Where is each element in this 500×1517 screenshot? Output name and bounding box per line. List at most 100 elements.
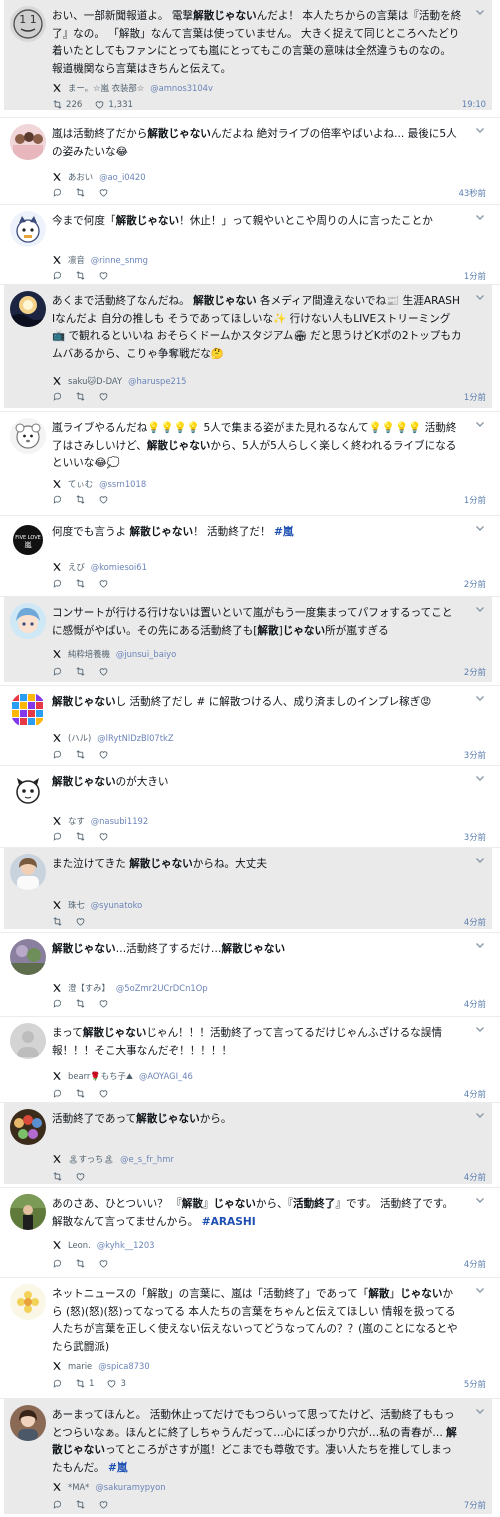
chevron-down-icon[interactable] (474, 603, 486, 615)
chevron-down-icon[interactable] (474, 1405, 486, 1417)
like-button[interactable] (98, 1258, 109, 1269)
avatar[interactable]: 1 1 (10, 6, 46, 42)
chevron-down-icon[interactable] (474, 1194, 486, 1206)
post-card[interactable]: あーまってほんと。 活動休止ってだけでもつらいって思ってたけど、活動終了ももっと… (4, 1399, 492, 1514)
post-card[interactable]: 今まで何度「解散じゃない！休止！」って親やいとこや周りの人に言ったことか 凛音 @r… (4, 205, 492, 281)
reply-button[interactable] (52, 998, 63, 1009)
chevron-down-icon[interactable] (474, 291, 486, 303)
post-timestamp[interactable]: 2分前 (464, 578, 486, 590)
reply-button[interactable] (52, 1499, 63, 1510)
author-name[interactable]: (ハル) (68, 732, 91, 744)
retweet-button[interactable] (75, 831, 86, 842)
hashtag-link[interactable]: #嵐 (274, 526, 293, 538)
chevron-down-icon[interactable] (474, 1109, 486, 1121)
author-name[interactable]: 澄【すみ】 (68, 982, 110, 994)
author-name[interactable]: Leon. (68, 1240, 91, 1250)
reply-button[interactable] (52, 578, 63, 589)
like-button[interactable] (98, 391, 109, 402)
reply-button[interactable] (52, 1378, 63, 1389)
author-handle[interactable]: @lRytNlDzBl07tkZ (97, 733, 173, 743)
chevron-down-icon[interactable] (474, 522, 486, 534)
avatar[interactable] (10, 1194, 46, 1230)
post-card[interactable]: まって解散じゃないじゃん！！！活動終了って言ってるだけじゃんふざけるな誤情報！！… (4, 1017, 492, 1099)
like-button[interactable] (75, 916, 86, 927)
author-name[interactable]: *MA* (68, 1482, 89, 1492)
avatar[interactable] (10, 772, 46, 808)
author-name[interactable]: saku🐱D-DAY (68, 376, 122, 386)
avatar[interactable] (10, 603, 46, 639)
retweet-button[interactable] (52, 916, 63, 927)
hashtag-link[interactable]: #ARASHI (202, 1216, 256, 1228)
post-card[interactable]: 活動終了であって解散じゃないから。 🏝すっち🏝 @e_s_fr_hmr 4分前 (4, 1103, 492, 1184)
reply-button[interactable] (52, 1088, 63, 1099)
post-timestamp[interactable]: 43秒前 (459, 187, 486, 199)
author-handle[interactable]: @kyhk__1203 (97, 1240, 155, 1250)
post-card[interactable]: ネットニュースの「解散」の言葉に、嵐は「活動終了」であって「解散」じゃないから … (4, 1278, 492, 1395)
like-button[interactable] (98, 998, 109, 1009)
author-handle[interactable]: @AOYAGI_46 (139, 1071, 193, 1081)
avatar[interactable] (10, 291, 46, 327)
post-timestamp[interactable]: 19:10 (462, 99, 486, 109)
chevron-down-icon[interactable] (474, 211, 486, 223)
reply-button[interactable] (52, 1258, 63, 1269)
retweet-button[interactable] (75, 1258, 86, 1269)
post-card[interactable]: コンサートが行ける行けないは置いといて嵐がもう一度集まってパフォするってことに感… (4, 597, 492, 682)
avatar[interactable] (10, 1405, 46, 1441)
avatar[interactable] (10, 124, 46, 160)
author-handle[interactable]: @amnos3104v (150, 83, 213, 93)
author-name[interactable]: まー。☆嵐 衣装部☆ (68, 82, 144, 94)
author-handle[interactable]: @5oZmr2UCrDCn1Op (116, 983, 208, 993)
post-timestamp[interactable]: 5分前 (464, 1378, 486, 1390)
retweet-button[interactable] (75, 187, 86, 198)
author-name[interactable]: えび (68, 561, 85, 573)
post-timestamp[interactable]: 1分前 (464, 270, 486, 282)
post-card[interactable]: 嵐ライブやるんだね💡💡💡💡 5人で集まる姿がまた見れるなんて💡💡💡💡 活動終了は… (4, 412, 492, 512)
author-name[interactable]: 🏝すっち🏝 (68, 1153, 114, 1165)
like-button[interactable] (98, 494, 109, 505)
author-name[interactable]: bearr🌹もち子⛰ (68, 1070, 133, 1082)
like-button[interactable] (98, 1499, 109, 1510)
retweet-button[interactable] (75, 1499, 86, 1510)
reply-button[interactable] (52, 187, 63, 198)
chevron-down-icon[interactable] (474, 1284, 486, 1296)
like-button[interactable] (98, 666, 109, 677)
post-timestamp[interactable]: 4分前 (464, 1171, 486, 1183)
author-name[interactable]: marie (68, 1361, 92, 1371)
avatar[interactable] (10, 939, 46, 975)
avatar[interactable] (10, 418, 46, 454)
post-timestamp[interactable]: 1分前 (464, 391, 486, 403)
retweet-button[interactable] (75, 494, 86, 505)
chevron-down-icon[interactable] (474, 6, 486, 18)
post-timestamp[interactable]: 3分前 (464, 749, 486, 761)
chevron-down-icon[interactable] (474, 418, 486, 430)
author-handle[interactable]: @rinne_snmg (91, 255, 148, 265)
avatar[interactable]: FIVE LOVE 嵐 (10, 522, 46, 558)
post-card[interactable]: 嵐は活動終了だから解散じゃないんだよね 絶対ライブの倍率やばいよね... 最後に… (4, 118, 492, 201)
reply-button[interactable] (52, 831, 63, 842)
avatar[interactable] (10, 1284, 46, 1320)
like-button[interactable]: 1,331 (94, 99, 133, 110)
avatar[interactable] (10, 854, 46, 890)
like-button[interactable] (98, 578, 109, 589)
like-button[interactable] (98, 831, 109, 842)
post-card[interactable]: FIVE LOVE 嵐何度でも言うよ 解散じゃない！ 活動終了だ！ #嵐 えび @ko… (4, 516, 492, 593)
retweet-button[interactable]: 1 (75, 1378, 94, 1389)
chevron-down-icon[interactable] (474, 939, 486, 951)
author-handle[interactable]: @ssrn1018 (99, 479, 146, 489)
retweet-button[interactable] (75, 391, 86, 402)
post-card[interactable]: あくまで活動終了なんだね。 解散じゃない 各メディア間違えないでね📰 生涯ARA… (4, 285, 492, 408)
retweet-button[interactable] (75, 998, 86, 1009)
avatar[interactable] (10, 1023, 46, 1059)
author-handle[interactable]: @spica8730 (98, 1361, 149, 1371)
author-handle[interactable]: @nasubi1192 (91, 816, 148, 826)
chevron-down-icon[interactable] (474, 692, 486, 704)
post-timestamp[interactable]: 2分前 (464, 666, 486, 678)
like-button[interactable]: 3 (106, 1378, 126, 1389)
like-button[interactable] (75, 1171, 86, 1182)
avatar[interactable] (10, 211, 46, 247)
chevron-down-icon[interactable] (474, 1023, 486, 1035)
like-button[interactable] (98, 187, 109, 198)
retweet-button[interactable] (75, 666, 86, 677)
author-name[interactable]: 珠七 (68, 899, 85, 911)
post-card[interactable]: 解散じゃないし 活動終了だし # に解散つける人、成り済ましのインプレ稼ぎ😡 (ハ… (4, 686, 492, 762)
